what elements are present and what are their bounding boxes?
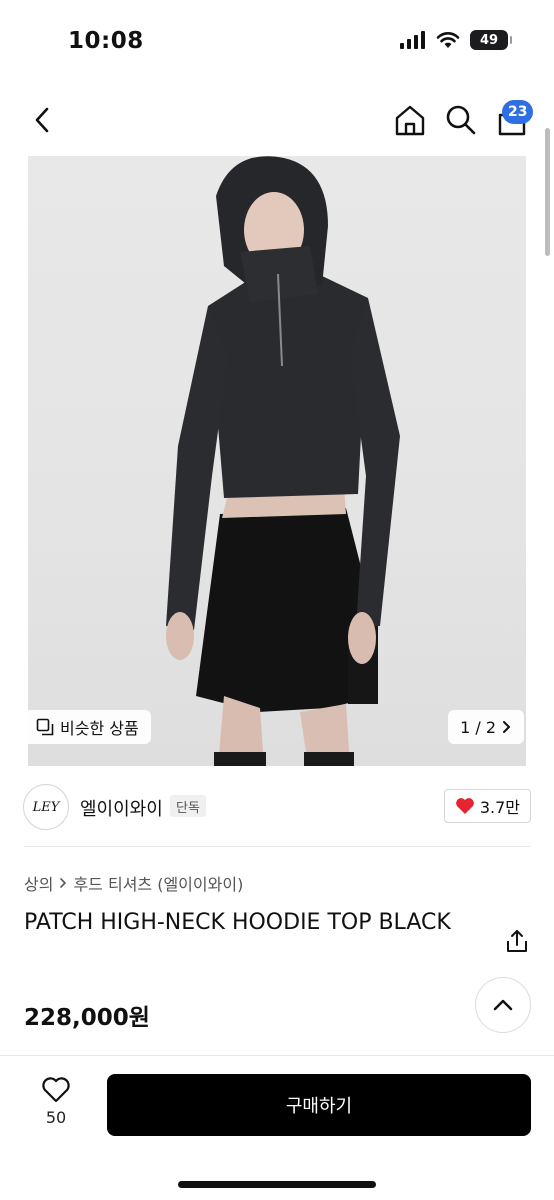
brand-row: LEY 엘이이와이 단독 3.7만 xyxy=(0,778,554,838)
home-indicator[interactable] xyxy=(178,1181,376,1188)
copy-icon xyxy=(36,718,54,736)
chevron-right-icon xyxy=(503,721,510,733)
battery-icon: 49 xyxy=(470,30,512,50)
brand-like-button[interactable]: 3.7만 xyxy=(443,789,531,823)
chevron-up-icon xyxy=(493,999,513,1011)
battery-level: 49 xyxy=(479,32,499,48)
scroll-to-top-button[interactable] xyxy=(475,977,531,1033)
product-photo xyxy=(166,156,400,766)
brand-like-count: 3.7만 xyxy=(479,798,520,817)
scroll-indicator[interactable] xyxy=(545,128,550,256)
product-price: 228,000원 xyxy=(24,1005,150,1031)
breadcrumb-subcategory[interactable]: 후드 티셔츠 (엘이이와이) xyxy=(73,871,243,895)
brand-logo-text: LEY xyxy=(32,799,60,815)
similar-products-button[interactable]: 비슷한 상품 xyxy=(24,710,151,744)
status-bar: 10:08 49 xyxy=(0,0,554,80)
share-button[interactable] xyxy=(504,928,530,954)
heart-outline-icon xyxy=(42,1077,70,1103)
image-page-indicator[interactable]: 1 / 2 xyxy=(448,710,524,744)
breadcrumb-category[interactable]: 상의 xyxy=(24,871,53,895)
brand-name[interactable]: 엘이이와이 xyxy=(80,795,163,821)
cart-count-badge: 23 xyxy=(502,100,534,124)
product-image[interactable] xyxy=(28,156,526,766)
buy-button[interactable]: 구매하기 xyxy=(107,1074,531,1136)
brand-logo[interactable]: LEY xyxy=(23,784,69,830)
status-icons: 49 xyxy=(400,30,512,50)
breadcrumb: 상의 후드 티셔츠 (엘이이와이) xyxy=(24,871,243,895)
share-icon xyxy=(507,930,527,952)
home-icon xyxy=(395,105,425,136)
exclusive-tag: 단독 xyxy=(170,795,206,817)
heart-filled-icon xyxy=(455,798,474,814)
page-indicator-text: 1 / 2 xyxy=(460,717,496,737)
status-time: 10:08 xyxy=(68,28,144,54)
buy-button-label: 구매하기 xyxy=(285,1096,353,1117)
similar-products-label: 비슷한 상품 xyxy=(60,719,139,738)
search-button[interactable] xyxy=(443,102,479,138)
wifi-icon xyxy=(436,32,460,48)
top-navigation xyxy=(0,90,554,150)
back-button[interactable] xyxy=(24,102,60,138)
chevron-right-icon xyxy=(60,878,67,888)
cellular-signal-icon xyxy=(400,31,425,49)
divider xyxy=(24,846,530,847)
wishlist-button[interactable]: 50 xyxy=(28,1076,84,1140)
home-button[interactable] xyxy=(392,102,428,138)
product-title: PATCH HIGH-NECK HOODIE TOP BLACK xyxy=(24,910,451,935)
bottom-action-bar: 50 구매하기 xyxy=(0,1055,554,1200)
chevron-left-icon xyxy=(35,107,49,133)
search-icon xyxy=(446,105,476,135)
wishlist-count: 50 xyxy=(45,1108,67,1127)
